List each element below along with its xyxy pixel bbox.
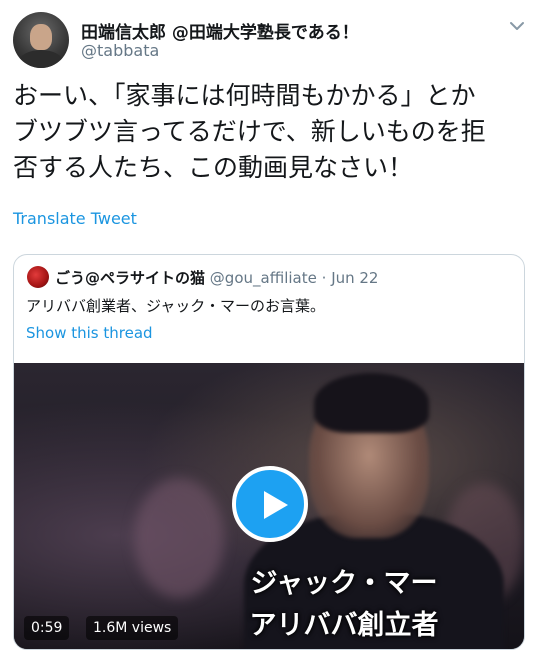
author-handle[interactable]: @tabbata <box>81 41 159 60</box>
tweet-text: おーい、「家事には何時間もかかる」とか ブツブツ言ってるだけで、新しいものを拒 … <box>13 78 533 186</box>
tweet-text-line: ブツブツ言ってるだけで、新しいものを拒 <box>13 117 486 146</box>
video-caption-line1: ジャック・マー <box>250 568 438 599</box>
quoted-tweet-header: ごう@ペラサイトの猫 @gou_affiliate · Jun 22 <box>55 267 378 288</box>
tweet-text-line: 否する人たち、この動画見なさい！ <box>13 153 414 182</box>
video-duration-badge: 0:59 <box>24 616 70 640</box>
show-thread-link[interactable]: Show this thread <box>26 324 153 342</box>
quoted-tweet-text: アリババ創業者、ジャック・マーのお言葉。 <box>26 297 325 315</box>
author-display-name[interactable]: 田端信太郎 @田端大学塾長である！ <box>81 18 359 43</box>
video-caption-line2: アリババ創立者 <box>249 610 439 641</box>
meta-separator: · <box>321 269 327 287</box>
quoted-tweet-card[interactable]: ごう@ペラサイトの猫 @gou_affiliate · Jun 22 アリババ創… <box>13 254 525 650</box>
quoted-tweet-date[interactable]: Jun 22 <box>331 269 378 287</box>
tweet-text-line: おーい、「家事には何時間もかかる」とか <box>13 81 476 110</box>
play-button[interactable] <box>232 466 308 542</box>
quoted-author-handle[interactable]: @gou_affiliate <box>210 269 317 287</box>
quoted-author-name[interactable]: ごう@ペラサイトの猫 <box>55 269 205 287</box>
quoted-author-avatar[interactable] <box>27 266 49 288</box>
video-views-badge: 1.6M views <box>86 616 179 640</box>
chevron-down-icon[interactable] <box>507 18 527 34</box>
translate-tweet-link[interactable]: Translate Tweet <box>13 209 137 228</box>
video-player[interactable]: ジャック・マー アリババ創立者 0:59 1.6M views <box>14 363 524 649</box>
play-icon <box>264 491 288 519</box>
author-avatar[interactable] <box>13 12 69 68</box>
tweet: 田端信太郎 @田端大学塾長である！ @tabbata おーい、「家事には何時間も… <box>0 0 545 662</box>
